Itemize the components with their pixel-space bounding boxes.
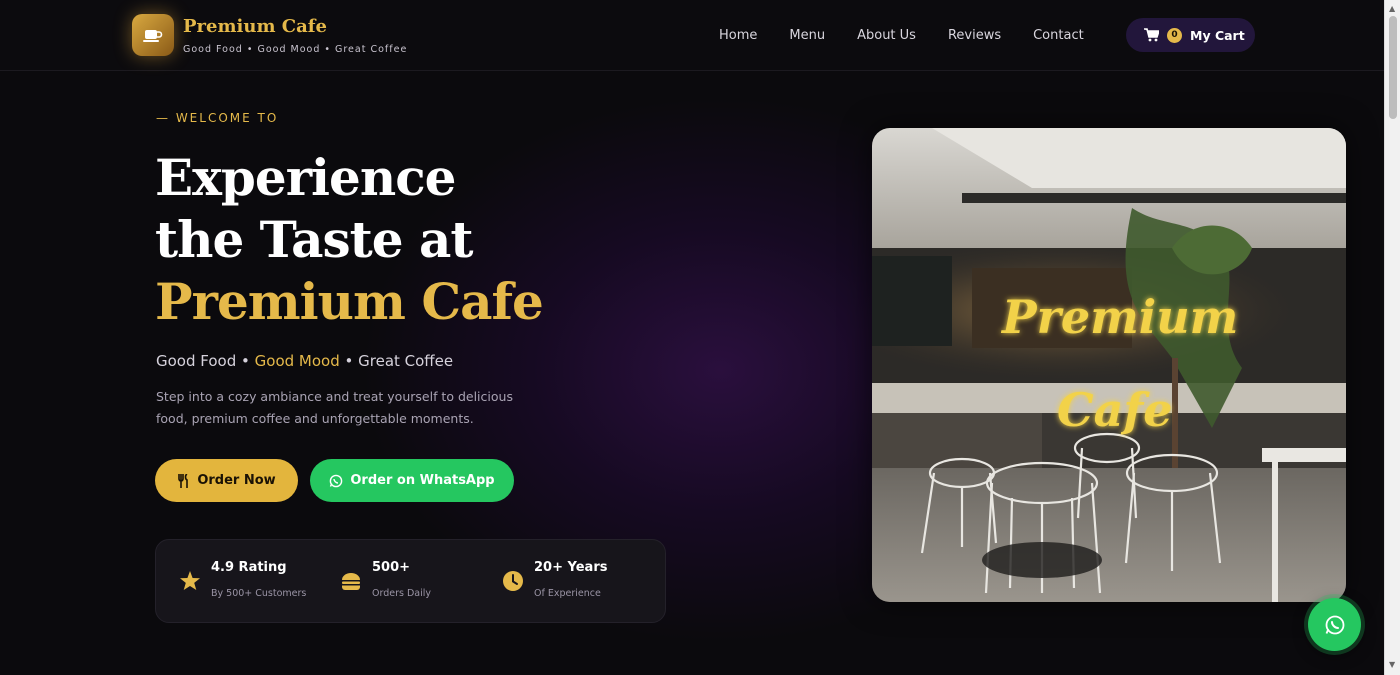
neon-sign-cafe: Cafe <box>1057 383 1172 437</box>
star-icon <box>180 571 200 590</box>
stat-orders-sub: Orders Daily <box>372 588 432 599</box>
tagline-part-1: Good Food <box>156 352 237 370</box>
page-scrollbar[interactable]: ▲ ▼ <box>1384 0 1400 675</box>
stat-rating-title: 4.9 Rating <box>211 560 287 575</box>
scrollbar-thumb[interactable] <box>1389 16 1397 119</box>
scroll-down-arrow-icon[interactable]: ▼ <box>1389 660 1395 669</box>
headline-line-2: the Taste at <box>155 210 473 269</box>
stat-experience-sub: Of Experience <box>534 588 601 599</box>
whatsapp-floating-button[interactable] <box>1308 598 1361 651</box>
nav-item-home[interactable]: Home <box>719 28 757 43</box>
tagline-part-3: Great Coffee <box>358 352 454 370</box>
brand-name[interactable]: Premium Cafe <box>183 16 327 37</box>
neon-sign-premium: Premium <box>1000 290 1238 344</box>
stat-orders-title: 500+ <box>372 560 411 575</box>
stat-rating-sub: By 500+ Customers <box>211 588 307 599</box>
whatsapp-icon <box>1325 615 1344 634</box>
order-now-label: Order Now <box>197 473 276 488</box>
scroll-up-arrow-icon[interactable]: ▲ <box>1389 4 1395 13</box>
cutlery-icon <box>178 473 189 488</box>
cart-count-badge: 0 <box>1167 27 1182 43</box>
nav-item-menu[interactable]: Menu <box>789 28 825 43</box>
cart-label: My Cart <box>1190 27 1245 43</box>
cafe-interior-image: Premium Cafe <box>872 128 1346 602</box>
tagline-part-2: Good Mood <box>254 352 340 370</box>
cart-icon <box>1144 28 1159 42</box>
stat-experience-title: 20+ Years <box>534 560 608 575</box>
tagline-sep-1: • <box>236 352 255 370</box>
hero-headline: Experience the Taste at Premium Cafe <box>155 147 544 333</box>
nav-item-about[interactable]: About Us <box>857 28 916 43</box>
order-now-button[interactable]: Order Now <box>155 459 298 502</box>
stats-panel: 4.9 Rating By 500+ Customers 500+ Orders… <box>155 539 666 623</box>
site-header: Premium Cafe Good Food • Good Mood • Gre… <box>0 0 1384 71</box>
logo[interactable] <box>132 14 174 56</box>
hero-tagline: Good Food • Good Mood • Great Coffee <box>156 352 453 370</box>
main-nav: Home Menu About Us Reviews Contact <box>719 28 1116 43</box>
nav-item-reviews[interactable]: Reviews <box>948 28 1001 43</box>
clock-icon <box>503 571 523 591</box>
headline-line-3: Premium Cafe <box>155 272 544 331</box>
coffee-cup-icon <box>143 30 163 42</box>
tagline-sep-2: • <box>339 352 359 370</box>
nav-item-contact[interactable]: Contact <box>1033 28 1084 43</box>
whatsapp-order-button[interactable]: Order on WhatsApp <box>310 459 514 502</box>
whatsapp-icon <box>330 474 343 487</box>
hero-description: Step into a cozy ambiance and treat your… <box>156 389 513 426</box>
hero-eyebrow: — WELCOME TO <box>156 111 279 125</box>
hero-cafe-photo: Premium Cafe <box>872 128 1346 602</box>
brand-tagline: Good Food • Good Mood • Great Coffee <box>183 44 408 55</box>
whatsapp-order-label: Order on WhatsApp <box>350 473 495 488</box>
headline-line-1: Experience <box>155 148 456 207</box>
cart-button[interactable]: 0 My Cart <box>1126 18 1255 52</box>
burger-icon <box>342 573 360 590</box>
